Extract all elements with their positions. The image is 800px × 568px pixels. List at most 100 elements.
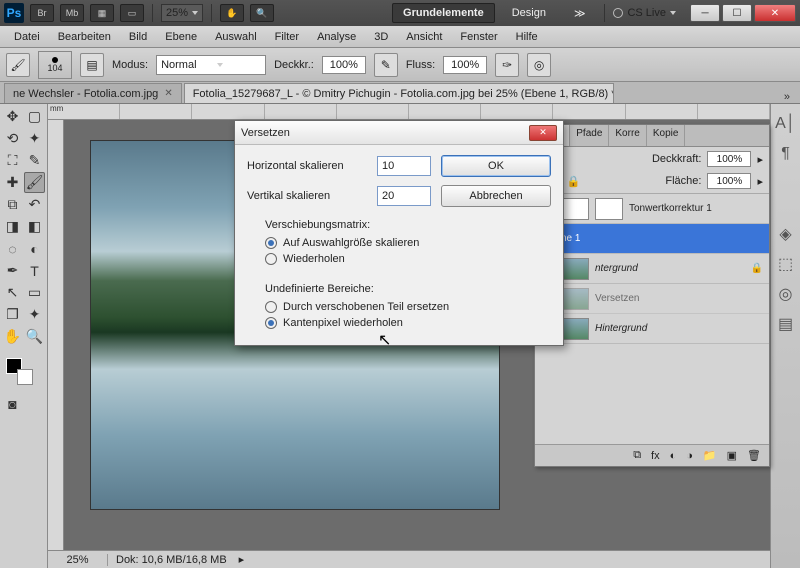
dialog-close[interactable]: ✕ (529, 125, 557, 141)
adjustments-panel-icon[interactable]: ⬚ (776, 254, 796, 274)
paragraph-panel-icon[interactable]: ¶ (776, 144, 796, 164)
status-zoom[interactable]: 25% (48, 554, 108, 566)
menu-ebene[interactable]: Ebene (157, 29, 205, 45)
h-scale-input[interactable]: 10 (377, 156, 431, 176)
new-layer-icon[interactable]: ▣ (727, 449, 737, 462)
hand-button[interactable]: ✋ (220, 4, 244, 22)
mask-icon[interactable]: ◐ (670, 450, 677, 462)
brush-tool[interactable]: 🖌 (24, 172, 45, 193)
brush-preview[interactable]: 104 (38, 51, 72, 79)
layer-row[interactable]: Tonwertkorrektur 1 (535, 194, 769, 224)
ruler-vertical[interactable] (48, 120, 64, 550)
radio-auswahlgroesse[interactable]: Auf Auswahlgröße skalieren (265, 235, 551, 251)
styles-panel-icon[interactable]: ◎ (776, 284, 796, 304)
tab-kopien[interactable]: Kopie (647, 125, 686, 146)
tab-pfade[interactable]: Pfade (570, 125, 609, 146)
menu-bearbeiten[interactable]: Bearbeiten (50, 29, 119, 45)
zoomtool-button[interactable]: 🔍 (250, 4, 274, 22)
swatches-panel-icon[interactable]: ▤ (776, 314, 796, 334)
window-maximize[interactable]: ☐ (722, 4, 752, 22)
layer-name[interactable]: ntergrund (595, 263, 638, 274)
healing-tool[interactable]: ✚ (2, 172, 23, 193)
doc-tab-2[interactable]: Fotolia_15279687_L - © Dmitry Pichugin -… (184, 83, 614, 103)
tool-preset[interactable]: 🖌 (6, 53, 30, 77)
quickselect-tool[interactable]: ✦ (24, 128, 45, 149)
cancel-button[interactable]: Abbrechen (441, 185, 551, 207)
history-brush-tool[interactable]: ↶ (24, 194, 45, 215)
menu-filter[interactable]: Filter (267, 29, 307, 45)
layers-panel-icon[interactable]: ◈ (776, 224, 796, 244)
path-tool[interactable]: ↖ (2, 282, 23, 303)
marquee-tool[interactable]: ▢ (24, 106, 45, 127)
brush-panel-button[interactable]: ▤ (80, 53, 104, 77)
menu-auswahl[interactable]: Auswahl (207, 29, 265, 45)
airbrush-button[interactable]: ✑ (495, 53, 519, 77)
zoom-select[interactable]: 25% (161, 4, 203, 22)
v-scale-input[interactable]: 20 (377, 186, 431, 206)
fluss-input[interactable]: 100% (443, 56, 487, 74)
fx-icon[interactable]: fx (651, 450, 660, 462)
layer-name[interactable]: Versetzen (595, 293, 639, 304)
radio-wiederholen[interactable]: Wiederholen (265, 251, 551, 267)
layer-row[interactable]: ne 1 (535, 224, 769, 254)
ruler-horizontal[interactable]: mm (48, 104, 770, 120)
screenmode-button[interactable]: ▭ (120, 4, 144, 22)
layer-name[interactable]: Tonwertkorrektur 1 (629, 203, 712, 214)
lasso-tool[interactable]: ⟲ (2, 128, 23, 149)
tablet-pressure-size[interactable]: ◎ (527, 53, 551, 77)
3d-tool[interactable]: ❐ (2, 304, 23, 325)
workspace-grundelemente[interactable]: Grundelemente (392, 3, 495, 23)
doc-tab-1[interactable]: ne Wechsler - Fotolia.com.jpg✕ (4, 83, 182, 103)
layer-name[interactable]: Hintergrund (595, 323, 647, 334)
layer-thumb[interactable] (561, 318, 589, 340)
radio-kantenpixel[interactable]: Kantenpixel wiederholen (265, 315, 551, 331)
close-icon[interactable]: ✕ (164, 88, 172, 99)
type-panel-icon[interactable]: A│ (776, 114, 796, 134)
flaeche-input[interactable]: 100% (707, 173, 751, 189)
quickmask-tool[interactable]: ◙ (2, 393, 23, 414)
workspace-design[interactable]: Design (501, 3, 557, 23)
layer-thumb[interactable] (561, 258, 589, 280)
pen-tool[interactable]: ✒ (2, 260, 23, 281)
menu-fenster[interactable]: Fenster (452, 29, 505, 45)
layer-thumb[interactable] (561, 198, 589, 220)
menu-ansicht[interactable]: Ansicht (398, 29, 450, 45)
tablet-pressure-opacity[interactable]: ✎ (374, 53, 398, 77)
radio-durch-verschobenen[interactable]: Durch verschobenen Teil ersetzen (265, 299, 551, 315)
menu-3d[interactable]: 3D (366, 29, 396, 45)
deckkraft-input[interactable]: 100% (707, 151, 751, 167)
crop-tool[interactable]: ⛶ (2, 150, 23, 171)
workspace-more[interactable]: ≫ (563, 3, 597, 23)
modus-select[interactable]: Normal (156, 55, 266, 75)
zoom-tool[interactable]: 🔍 (24, 326, 45, 347)
link-layers-icon[interactable]: ⧉ (633, 449, 641, 462)
adjustment-icon[interactable]: ◑ (686, 450, 693, 462)
layer-row[interactable]: 👁Hintergrund (535, 314, 769, 344)
blur-tool[interactable]: ◌ (2, 238, 23, 259)
menu-analyse[interactable]: Analyse (309, 29, 364, 45)
shape-tool[interactable]: ▭ (24, 282, 45, 303)
3dcamera-tool[interactable]: ✦ (24, 304, 45, 325)
menu-hilfe[interactable]: Hilfe (508, 29, 546, 45)
move-tool[interactable]: ✥ (2, 106, 23, 127)
eraser-tool[interactable]: ◨ (2, 216, 23, 237)
minibridge-button[interactable]: Mb (60, 4, 84, 22)
hand-tool[interactable]: ✋ (2, 326, 23, 347)
status-docsize[interactable]: Dok: 10,6 MB/16,8 MB (108, 554, 235, 566)
mask-thumb[interactable] (595, 198, 623, 220)
bridge-button[interactable]: Br (30, 4, 54, 22)
menu-datei[interactable]: Datei (6, 29, 48, 45)
tabs-overflow[interactable]: » (778, 91, 796, 103)
stamp-tool[interactable]: ⧉ (2, 194, 23, 215)
foreground-swatch[interactable] (6, 358, 22, 374)
deckkr-input[interactable]: 100% (322, 56, 366, 74)
layer-row[interactable]: ntergrund🔒 (535, 254, 769, 284)
menu-bild[interactable]: Bild (121, 29, 155, 45)
layer-row[interactable]: Versetzen (535, 284, 769, 314)
cslive-button[interactable]: CS Live (613, 7, 676, 19)
arrange-button[interactable]: ▦ (90, 4, 114, 22)
window-minimize[interactable]: ─ (690, 4, 720, 22)
background-swatch[interactable] (17, 369, 33, 385)
type-tool[interactable]: T (24, 260, 45, 281)
tab-korrekturen[interactable]: Korre (609, 125, 646, 146)
